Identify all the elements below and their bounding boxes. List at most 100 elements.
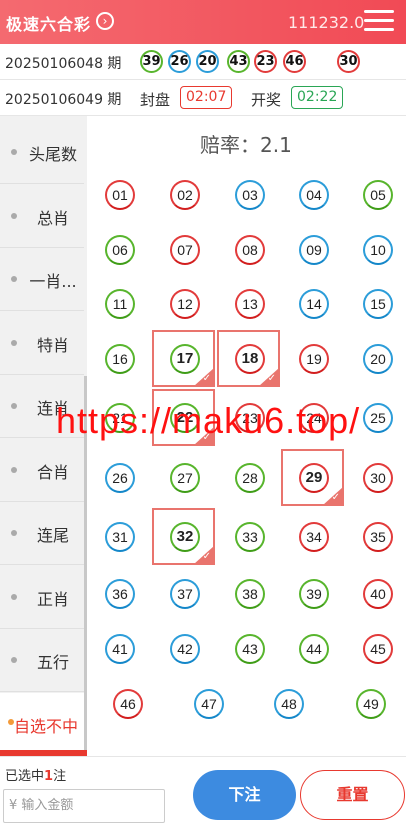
sidebar-item-label: 连尾	[36, 526, 69, 545]
number-ball[interactable]: 48	[274, 689, 304, 719]
number-ball[interactable]: 43	[235, 634, 265, 664]
bullet-icon	[11, 530, 17, 536]
check-icon: ✓	[331, 492, 340, 503]
menu-icon[interactable]	[364, 8, 394, 34]
number-ball[interactable]: 05	[363, 180, 393, 210]
number-ball[interactable]: 06	[105, 235, 135, 265]
number-ball[interactable]: 14	[299, 289, 329, 319]
last-draw-row: 20250106048 期 39 26 20 43 23 46 30	[0, 44, 406, 80]
app-title: 极速六合彩	[6, 15, 92, 34]
bullet-icon	[11, 339, 17, 346]
number-ball[interactable]: 31	[105, 522, 135, 552]
reset-button[interactable]: 重置	[300, 770, 405, 820]
account-balance: 111232.0	[288, 13, 365, 32]
sidebar-item[interactable]: 特肖	[0, 312, 84, 375]
number-ball[interactable]: 29	[299, 463, 329, 493]
draw-result-ball: 46	[283, 50, 306, 73]
number-ball[interactable]: 47	[194, 689, 224, 719]
check-icon: ✓	[202, 373, 211, 384]
bullet-icon	[11, 149, 17, 155]
draw-result-ball: 20	[196, 50, 219, 73]
number-ball[interactable]: 28	[235, 463, 265, 493]
number-ball[interactable]: 19	[299, 344, 329, 374]
number-ball[interactable]: 17	[170, 344, 200, 374]
number-ball[interactable]: 32	[170, 522, 200, 552]
number-ball[interactable]: 12	[170, 289, 200, 319]
number-ball[interactable]: 03	[235, 180, 265, 210]
draw-result-ball: 26	[168, 50, 191, 73]
number-ball[interactable]: 02	[170, 180, 200, 210]
number-ball[interactable]: 20	[363, 344, 393, 374]
number-ball[interactable]: 07	[170, 235, 200, 265]
number-ball[interactable]: 37	[170, 579, 200, 609]
sidebar-item-label: 正肖	[36, 589, 69, 609]
number-ball[interactable]: 26	[105, 463, 135, 493]
bullet-icon	[11, 593, 17, 600]
number-ball[interactable]: 36	[105, 579, 135, 609]
number-ball[interactable]: 41	[105, 634, 135, 664]
number-ball[interactable]: 45	[363, 634, 393, 664]
number-ball[interactable]: 33	[235, 522, 265, 552]
app-header: 极速六合彩 › 111232.0	[0, 0, 406, 44]
bet-footer: 已选中1注 ¥ 输入金额 下注 重置	[0, 756, 406, 829]
number-ball[interactable]: 44	[299, 634, 329, 664]
last-draw-period: 20250106048 期	[5, 56, 122, 72]
number-ball[interactable]: 34	[299, 522, 329, 552]
close-timer: 02:07	[180, 86, 233, 109]
number-ball[interactable]: 18	[235, 344, 265, 374]
sidebar-item-label: 合肖	[36, 462, 69, 482]
number-ball[interactable]: 11	[105, 289, 135, 319]
number-ball[interactable]: 10	[363, 235, 393, 265]
draw-result-ball: 39	[140, 50, 163, 73]
number-ball[interactable]: 01	[105, 180, 135, 210]
odds-label: 赔率：2.1	[200, 133, 292, 157]
number-ball[interactable]: 35	[363, 522, 393, 552]
number-ball[interactable]: 46	[113, 689, 143, 719]
number-ball[interactable]: 25	[363, 403, 393, 433]
number-ball[interactable]: 38	[235, 579, 265, 609]
bet-button[interactable]: 下注	[193, 770, 296, 820]
number-ball[interactable]: 13	[235, 289, 265, 319]
sidebar-item[interactable]: 自选不中	[0, 692, 84, 756]
sidebar-item[interactable]: 连尾	[0, 502, 84, 565]
number-ball[interactable]: 30	[363, 463, 393, 493]
sidebar-item[interactable]: 合肖	[0, 439, 84, 502]
selected-count: 已选中1注	[5, 769, 67, 784]
open-label: 开奖	[251, 91, 282, 109]
sidebar-item-label: 自选不中	[13, 716, 78, 736]
number-ball[interactable]: 39	[299, 579, 329, 609]
number-ball[interactable]: 27	[170, 463, 200, 493]
current-draw-row: 20250106049 期 封盘 02:07 开奖 02:22	[0, 80, 406, 116]
check-icon: ✓	[267, 373, 276, 384]
sidebar-item[interactable]: 一肖...	[0, 248, 84, 311]
number-ball[interactable]: 42	[170, 634, 200, 664]
sidebar-item[interactable]: 头尾数	[0, 121, 84, 184]
sidebar-item[interactable]: 五行	[0, 629, 84, 692]
number-ball[interactable]: 08	[235, 235, 265, 265]
open-timer: 02:22	[291, 86, 344, 109]
bullet-icon	[11, 657, 17, 663]
draw-result-ball: 23	[254, 50, 277, 73]
sidebar-item-label: 总肖	[36, 208, 69, 228]
draw-result-ball: 43	[227, 50, 250, 73]
amount-input[interactable]: ¥ 输入金额	[3, 789, 165, 823]
sidebar-item-label: 特肖	[36, 335, 69, 355]
bullet-icon	[11, 276, 17, 282]
number-ball[interactable]: 40	[363, 579, 393, 609]
bullet-icon	[11, 466, 17, 473]
sidebar-item-label: 一肖...	[29, 272, 77, 291]
close-label: 封盘	[140, 91, 171, 109]
draw-special-ball: 30	[337, 50, 360, 73]
number-ball[interactable]: 09	[299, 235, 329, 265]
sidebar-item[interactable]: 正肖	[0, 566, 84, 629]
number-ball[interactable]: 15	[363, 289, 393, 319]
check-icon: ✓	[202, 551, 211, 562]
sidebar-item[interactable]: 总肖	[0, 185, 84, 248]
number-ball[interactable]: 49	[356, 689, 386, 719]
chevron-right-icon[interactable]: ›	[96, 12, 114, 30]
bullet-icon	[11, 212, 17, 219]
sidebar-item-label: 头尾数	[28, 145, 77, 164]
current-period: 20250106049 期	[5, 92, 122, 108]
number-ball[interactable]: 04	[299, 180, 329, 210]
number-ball[interactable]: 16	[105, 344, 135, 374]
